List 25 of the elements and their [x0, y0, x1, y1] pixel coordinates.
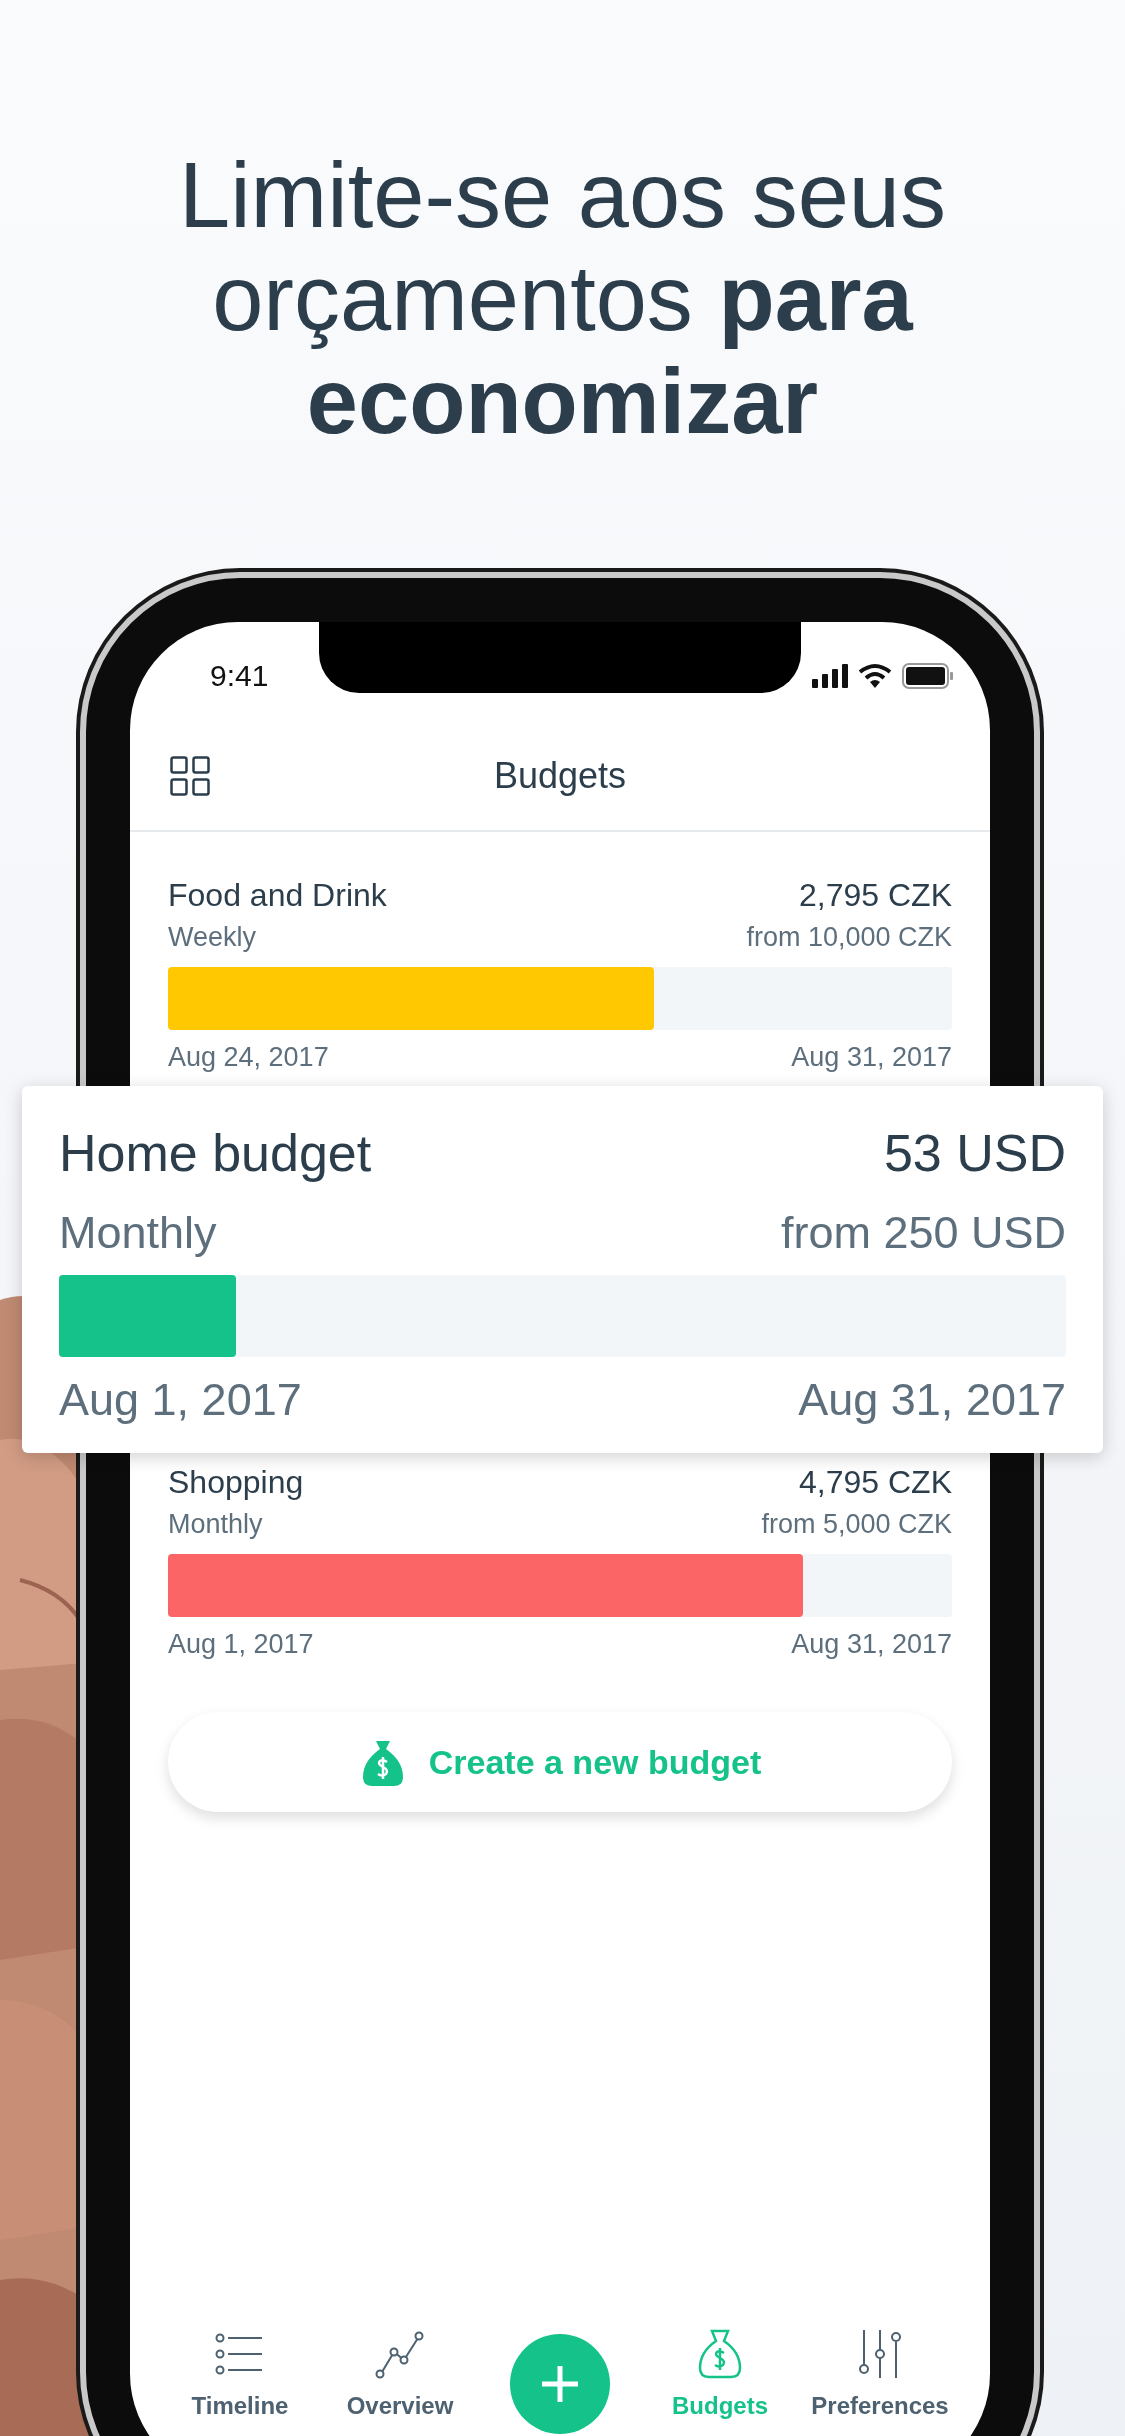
screen-title: Budgets [493, 755, 627, 797]
budget-limit: from 250 USD [780, 1206, 1066, 1260]
budget-amount: 2,795 CZK [799, 876, 952, 915]
end-date: Aug 31, 2017 [798, 1373, 1066, 1427]
tab-bar-item[interactable]: Preferences [800, 2328, 960, 2420]
budget-card[interactable]: Home budget 53 USD Monthly from 250 USD Aug 1, 2017 Aug 31, 2017 [22, 1086, 1103, 1453]
tab-bar-item[interactable]: Overview [320, 2328, 480, 2420]
budget-period: Monthly [168, 1508, 263, 1541]
start-date: Aug 1, 2017 [59, 1373, 302, 1427]
tab-bar-item[interactable]: Timeline [160, 2328, 320, 2420]
budget-limit: from 5,000 CZK [761, 1508, 952, 1541]
budget-amount: 4,795 CZK [799, 1463, 952, 1502]
budget-limit: from 10,000 CZK [746, 921, 952, 954]
budget-name: Food and Drink [168, 876, 387, 915]
budget-amount: 53 USD [883, 1126, 1066, 1180]
budget-name: Home budget [59, 1126, 372, 1180]
end-date: Aug 31, 2017 [791, 1628, 952, 1661]
headline: Limite-se aos seus orçamentos para economizar [178, 143, 947, 453]
budget-name: Shopping [168, 1463, 304, 1502]
budget-period: Monthly [59, 1206, 217, 1260]
end-date: Aug 31, 2017 [791, 1041, 952, 1074]
status-time: 9:41 [210, 659, 269, 693]
budget-period: Weekly [168, 921, 257, 954]
start-date: Aug 1, 2017 [168, 1628, 314, 1661]
start-date: Aug 24, 2017 [168, 1041, 329, 1074]
